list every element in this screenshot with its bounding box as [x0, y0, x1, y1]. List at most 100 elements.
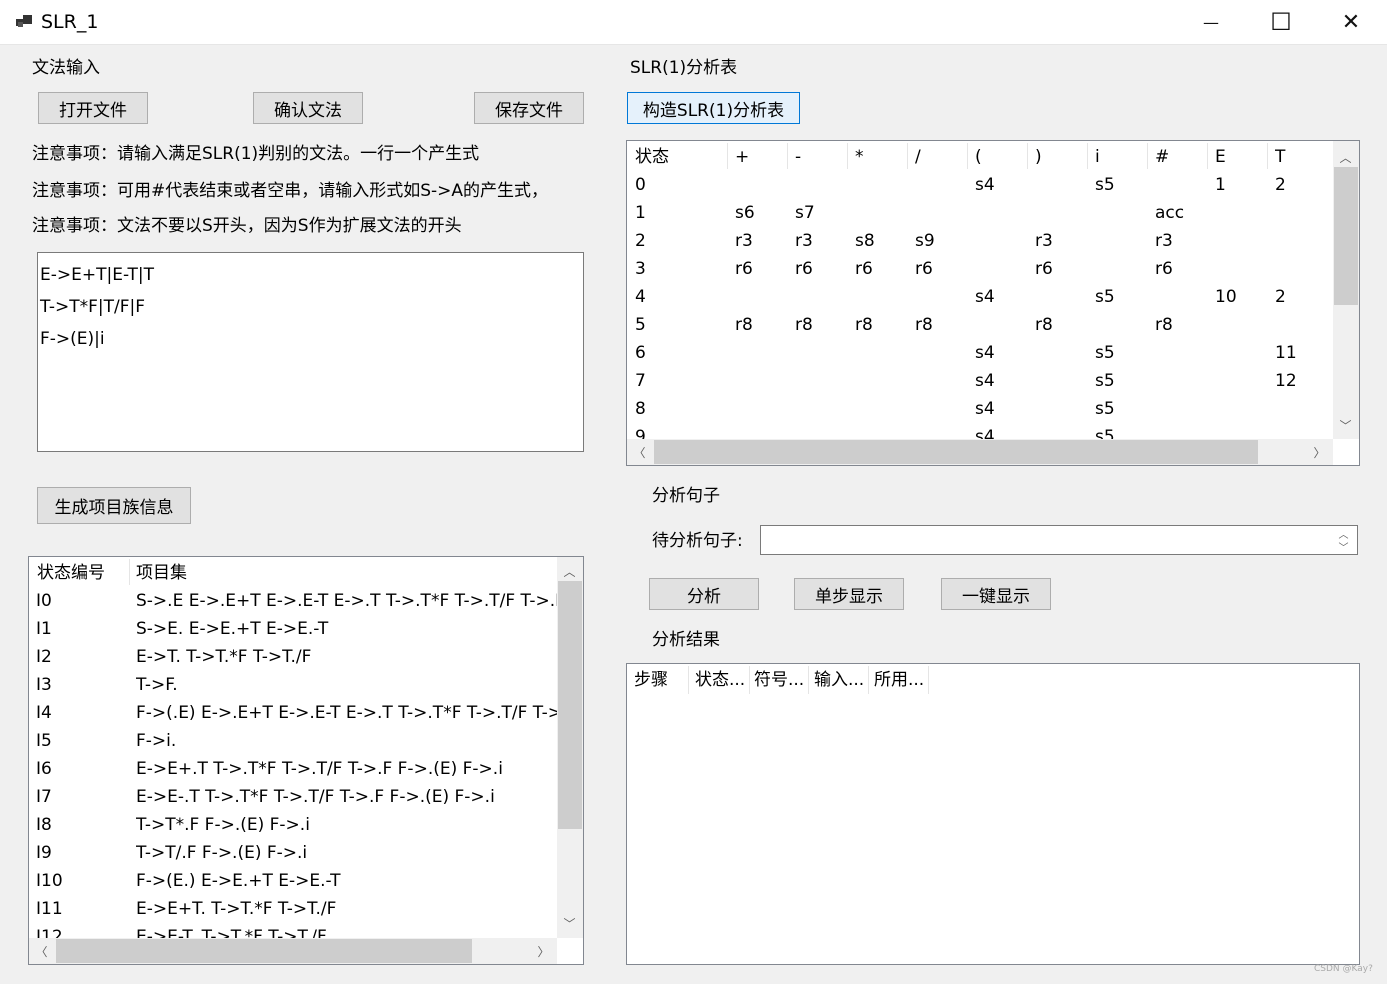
- column-header[interactable]: 输入...: [814, 666, 870, 694]
- table-row[interactable]: I6 E->E+.T T->.T*F T->.T/F T->.F F->.(E) …: [29, 755, 557, 783]
- scroll-thumb[interactable]: [1334, 167, 1358, 305]
- column-header[interactable]: 状态: [635, 143, 725, 171]
- table-cell: s4: [975, 175, 995, 195]
- save-file-button[interactable]: 保存文件: [474, 92, 584, 124]
- maximize-button[interactable]: ☐: [1246, 0, 1316, 44]
- table-row[interactable]: I8 T->T*.F F->.(E) F->.i: [29, 811, 557, 839]
- slr-table-horizontal-scrollbar[interactable]: 〈 〉: [627, 439, 1333, 465]
- table-row[interactable]: 2 r3 r3 s8 s9 r3 r3: [627, 227, 1333, 255]
- analysis-result-listview[interactable]: 步骤 状态... 符号... 输入... 所用...: [626, 663, 1360, 965]
- column-header[interactable]: T: [1275, 143, 1335, 171]
- scroll-down-icon[interactable]: ﹀: [1337, 417, 1354, 434]
- column-header[interactable]: /: [915, 143, 975, 171]
- item-sets-horizontal-scrollbar[interactable]: 〈 〉: [29, 938, 557, 964]
- table-row[interactable]: I3 T->F.: [29, 671, 557, 699]
- state-id-cell: I7: [36, 787, 52, 807]
- table-cell: s5: [1095, 287, 1115, 307]
- close-button[interactable]: ✕: [1316, 0, 1386, 44]
- column-header[interactable]: 状态...: [695, 666, 751, 694]
- column-divider: [1147, 143, 1148, 169]
- column-header[interactable]: #: [1155, 143, 1215, 171]
- one-click-display-button[interactable]: 一键显示: [941, 578, 1051, 610]
- table-row[interactable]: I5 F->i.: [29, 727, 557, 755]
- table-cell: r3: [795, 231, 813, 251]
- column-header[interactable]: +: [735, 143, 795, 171]
- table-cell: 7: [635, 371, 646, 391]
- column-header[interactable]: (: [975, 143, 1035, 171]
- table-cell: s4: [975, 343, 995, 363]
- column-header[interactable]: ): [1035, 143, 1095, 171]
- analyze-sentence-label: 分析句子: [652, 486, 720, 506]
- scroll-left-icon[interactable]: 〈: [631, 444, 648, 461]
- column-divider: [907, 143, 908, 169]
- note-3: 注意事项：文法不要以S开头，因为S作为扩展文法的开头: [32, 216, 462, 236]
- table-cell: r8: [1155, 315, 1173, 335]
- maximize-icon: ☐: [1270, 8, 1292, 36]
- item-set-cell: T->F.: [136, 675, 178, 695]
- slr-table-listview[interactable]: 状态 + - * /() i # E T 0 s4 s5 1 2 1 s6 s7 acc 2 r3 r3 s8 s9 r3 r…: [626, 140, 1360, 466]
- confirm-grammar-button[interactable]: 确认文法: [253, 92, 363, 124]
- table-row[interactable]: 5 r8 r8 r8 r8 r8 r8: [627, 311, 1333, 339]
- grammar-textarea[interactable]: E->E+T|E-T|T T->T*F|T/F|F F->(E)|i: [37, 252, 584, 452]
- scroll-thumb[interactable]: [56, 939, 472, 963]
- table-cell: r3: [735, 231, 753, 251]
- item-sets-vertical-scrollbar[interactable]: ︿ ﹀: [557, 557, 583, 938]
- open-file-button[interactable]: 打开文件: [38, 92, 148, 124]
- table-row[interactable]: I7 E->E-.T T->.T*F T->.T/F T->.F F->.(E) …: [29, 783, 557, 811]
- table-cell: s8: [855, 231, 875, 251]
- build-slr-table-button[interactable]: 构造SLR(1)分析表: [627, 92, 800, 124]
- column-header[interactable]: 所用...: [874, 666, 930, 694]
- scroll-thumb[interactable]: [558, 581, 582, 829]
- table-cell: 1: [1215, 175, 1226, 195]
- column-header[interactable]: 符号...: [754, 666, 810, 694]
- column-divider: [808, 666, 809, 694]
- table-row[interactable]: 3 r6 r6 r6 r6 r6 r6: [627, 255, 1333, 283]
- table-row[interactable]: 7 s4 s5 12: [627, 367, 1333, 395]
- item-sets-listview[interactable]: 状态编号 项目集 I0 S->.E E->.E+T E->.E-T E->.T T…: [28, 556, 584, 965]
- note-2: 注意事项：可用#代表结束或者空串，请输入形式如S->A的产生式，: [32, 181, 549, 201]
- table-row[interactable]: I9 T->T/.F F->.(E) F->.i: [29, 839, 557, 867]
- minimize-button[interactable]: —: [1176, 0, 1246, 44]
- table-row[interactable]: I1 S->E. E->E.+T E->E.-T: [29, 615, 557, 643]
- spin-down-icon[interactable]: ﹀: [1335, 539, 1352, 554]
- table-row[interactable]: 8 s4 s5: [627, 395, 1333, 423]
- table-row[interactable]: 1 s6 s7 acc: [627, 199, 1333, 227]
- grammar-input-label: 文法输入: [32, 58, 100, 78]
- item-set-cell: F->(.E) E->.E+T E->.E-T E->.T T->.T*F T-…: [136, 703, 557, 723]
- generate-items-button[interactable]: 生成项目族信息: [37, 487, 191, 524]
- state-id-cell: I11: [36, 899, 63, 919]
- column-header-item-set[interactable]: 项目集: [136, 559, 187, 587]
- column-header[interactable]: i: [1095, 143, 1155, 171]
- table-cell: r6: [1155, 259, 1173, 279]
- scroll-down-icon[interactable]: ﹀: [561, 915, 578, 932]
- column-divider: [129, 559, 130, 585]
- table-row[interactable]: I2 E->T. T->T.*F T->T./F: [29, 643, 557, 671]
- scroll-right-icon[interactable]: 〉: [1311, 444, 1328, 461]
- column-header[interactable]: 步骤: [634, 666, 690, 694]
- column-divider: [749, 666, 750, 694]
- scroll-up-icon[interactable]: ︿: [561, 563, 578, 580]
- scroll-left-icon[interactable]: 〈: [33, 943, 50, 960]
- table-cell: acc: [1155, 203, 1185, 223]
- table-row[interactable]: 4 s4 s5 10 2: [627, 283, 1333, 311]
- column-header[interactable]: *: [855, 143, 915, 171]
- step-display-button[interactable]: 单步显示: [794, 578, 904, 610]
- table-row[interactable]: 6 s4 s5 11: [627, 339, 1333, 367]
- column-header[interactable]: E: [1215, 143, 1275, 171]
- table-row[interactable]: 0 s4 s5 1 2: [627, 171, 1333, 199]
- table-cell: r6: [915, 259, 933, 279]
- sentence-input[interactable]: ︿ ﹀: [760, 525, 1358, 555]
- table-row[interactable]: I10 F->(E.) E->E.+T E->E.-T: [29, 867, 557, 895]
- table-row[interactable]: I0 S->.E E->.E+T E->.E-T E->.T T->.T*F T-…: [29, 587, 557, 615]
- table-row[interactable]: I4 F->(.E) E->.E+T E->.E-T E->.T T->.T*F …: [29, 699, 557, 727]
- table-cell: r8: [855, 315, 873, 335]
- analyze-button[interactable]: 分析: [649, 578, 759, 610]
- table-row[interactable]: I11 E->E+T. T->T.*F T->T./F: [29, 895, 557, 923]
- scroll-thumb[interactable]: [654, 440, 1258, 464]
- table-cell: 12: [1275, 371, 1297, 391]
- slr-table-vertical-scrollbar[interactable]: ︿ ﹀: [1333, 141, 1359, 439]
- column-header[interactable]: -: [795, 143, 855, 171]
- column-header-state-id[interactable]: 状态编号: [37, 559, 105, 587]
- scroll-right-icon[interactable]: 〉: [535, 943, 552, 960]
- scroll-up-icon[interactable]: ︿: [1337, 149, 1354, 166]
